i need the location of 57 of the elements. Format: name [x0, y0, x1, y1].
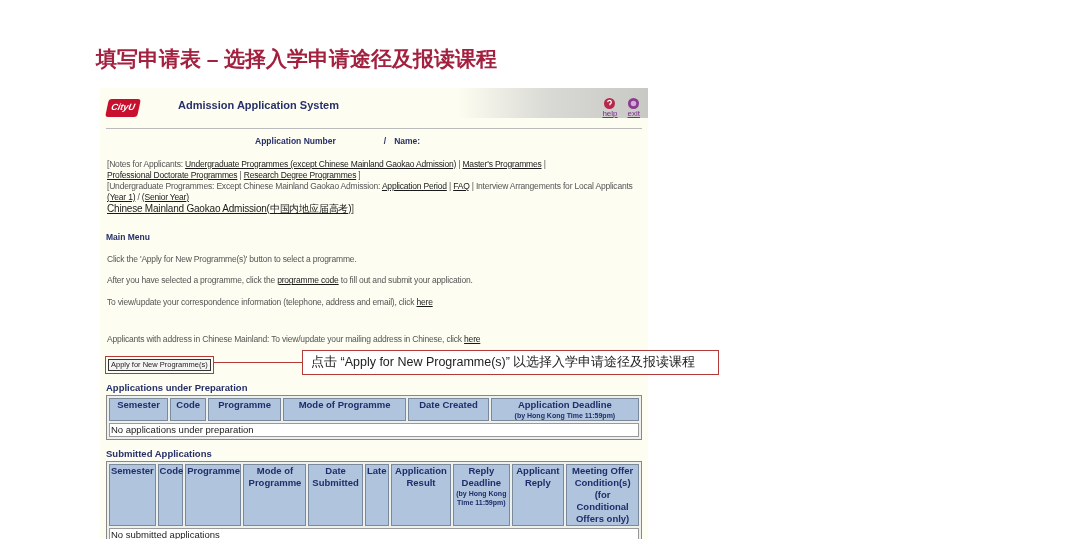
column-title: Application Deadline — [516, 398, 613, 411]
logo: CityU — [105, 99, 141, 117]
callout-annotation: 点击 “Apply for New Programme(s)” 以选择入学申请途径及报读课程 — [302, 350, 719, 375]
column-title: Programme — [187, 465, 240, 477]
note-text: to fill out and submit your application. — [339, 275, 473, 286]
column-title: Code — [159, 465, 182, 477]
text-link[interactable]: FAQ — [453, 180, 470, 191]
text-link[interactable]: Master's Programmes — [462, 158, 542, 169]
column-title: Programme — [217, 398, 272, 411]
note-text: | — [238, 169, 243, 180]
note-text: / — [136, 191, 141, 202]
exit-link[interactable]: exit — [627, 109, 640, 118]
exit-icon[interactable] — [628, 98, 640, 109]
column-title: Meeting Offer Condition(s) (for Conditional Offers only) — [571, 465, 635, 525]
column-title: Mode of Programme — [247, 465, 303, 489]
text-link[interactable]: Application Period — [381, 180, 447, 191]
note-text: After you have selected a programme, click the — [107, 275, 276, 286]
column-title: Mode of Programme — [297, 398, 392, 411]
text-link[interactable]: (Senior Year) — [141, 191, 189, 202]
note-text: | — [542, 158, 546, 169]
column-title: Code — [175, 398, 202, 411]
table-title: Applications under Preparation — [106, 380, 249, 395]
note-text: | — [447, 180, 452, 191]
help-icon[interactable] — [604, 98, 616, 109]
note-text: [Undergraduate Programmes: Except Chinese Mainland Gaokao Admission: — [107, 180, 382, 191]
note-text: To view/update your correspondence information (telephone, address and email), click — [107, 297, 416, 307]
text-link[interactable]: Professional Doctorate Programmes — [107, 169, 238, 180]
note-text: Click the 'Apply for New Programme(s)' button to select a programme. — [107, 253, 357, 264]
section-title: Main Menu — [105, 230, 151, 244]
note-text: ] — [357, 169, 361, 180]
empty-table-message: No applications under preparation — [109, 422, 639, 437]
column-title: Application Result — [394, 465, 448, 489]
text-link[interactable]: (Year 1) — [107, 191, 136, 202]
text-link[interactable]: programme code — [277, 275, 339, 286]
column-title: Semester — [116, 398, 161, 411]
table-title: Submitted Applications — [106, 446, 213, 461]
application-number-label: Application Number — [255, 135, 336, 148]
note-text: ] — [351, 202, 354, 214]
text-link[interactable]: Research Degree Programmes — [243, 169, 357, 180]
separator: / — [383, 135, 387, 148]
column-title: Late — [366, 465, 387, 477]
note-text: Applicants with address in Chinese Mainland: To view/update your mailing address in Chinese, click — [107, 333, 463, 344]
note-text: | Interview Arrangements for Local Applicants — [470, 180, 633, 191]
name-label: Name: — [394, 135, 421, 148]
system-title: Admission Application System — [178, 98, 339, 113]
column-title: Applicant Reply — [515, 465, 561, 489]
text-link[interactable]: here — [416, 297, 433, 307]
note-text: [Notes for Applicants: — [107, 158, 184, 169]
column-title: Date Submitted — [311, 465, 360, 489]
text-link[interactable]: here — [464, 333, 481, 344]
column-title: Semester — [111, 465, 154, 477]
text-link[interactable]: Undergraduate Programmes (except Chinese Mainland Gaokao Admission) — [185, 158, 457, 169]
column-title: Date Created — [418, 398, 479, 411]
column-title: Reply Deadline — [460, 465, 503, 489]
help-link[interactable]: help — [602, 109, 618, 118]
note-text: | — [457, 158, 462, 169]
page-heading: 填写申请表 – 选择入学申请途径及报读课程 — [96, 46, 498, 72]
